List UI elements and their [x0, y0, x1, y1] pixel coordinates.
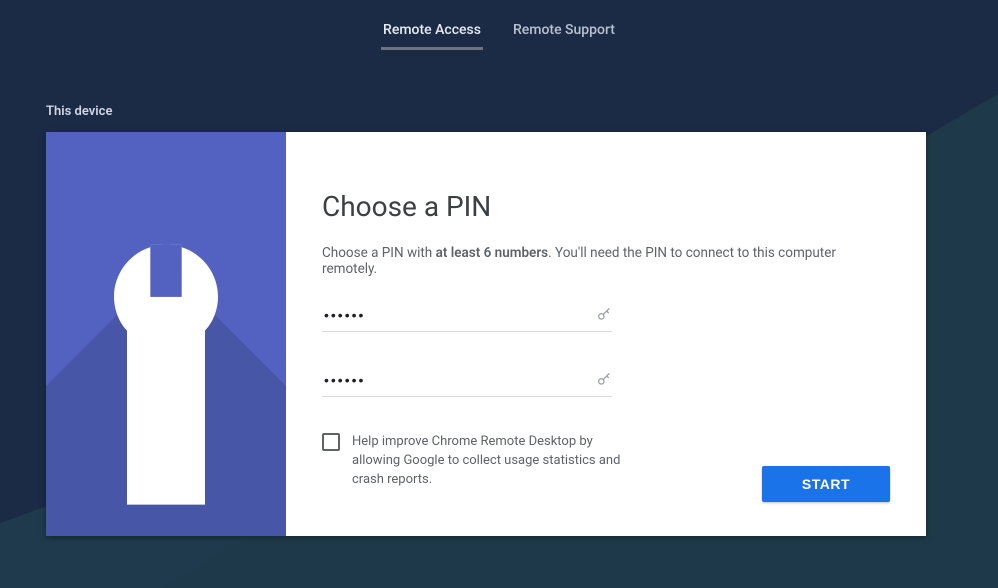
instruction-text-bold: at least 6 numbers [436, 245, 549, 261]
pin-input-row-2 [322, 368, 612, 397]
wrench-icon [101, 245, 231, 505]
start-button[interactable]: START [762, 466, 890, 502]
pin-setup-card: Choose a PIN Choose a PIN with at least … [46, 132, 926, 536]
card-title: Choose a PIN [322, 190, 890, 223]
key-icon [596, 307, 612, 323]
tab-remote-access[interactable]: Remote Access [381, 18, 483, 50]
card-instruction: Choose a PIN with at least 6 numbers. Yo… [322, 245, 890, 277]
pin-confirm-input[interactable] [322, 368, 596, 392]
instruction-text-before: Choose a PIN with [322, 245, 436, 261]
key-icon [596, 372, 612, 388]
usage-stats-checkbox[interactable] [322, 433, 340, 451]
pin-input-row-1 [322, 303, 612, 332]
top-tabs: Remote Access Remote Support [0, 0, 998, 50]
tab-remote-support[interactable]: Remote Support [511, 18, 617, 50]
section-label-this-device: This device [46, 104, 112, 119]
card-form-panel: Choose a PIN Choose a PIN with at least … [286, 132, 926, 536]
usage-stats-row: Help improve Chrome Remote Desktop by al… [322, 433, 642, 490]
pin-input[interactable] [322, 303, 596, 327]
usage-stats-label: Help improve Chrome Remote Desktop by al… [352, 433, 642, 490]
card-illustration-panel [46, 132, 286, 536]
